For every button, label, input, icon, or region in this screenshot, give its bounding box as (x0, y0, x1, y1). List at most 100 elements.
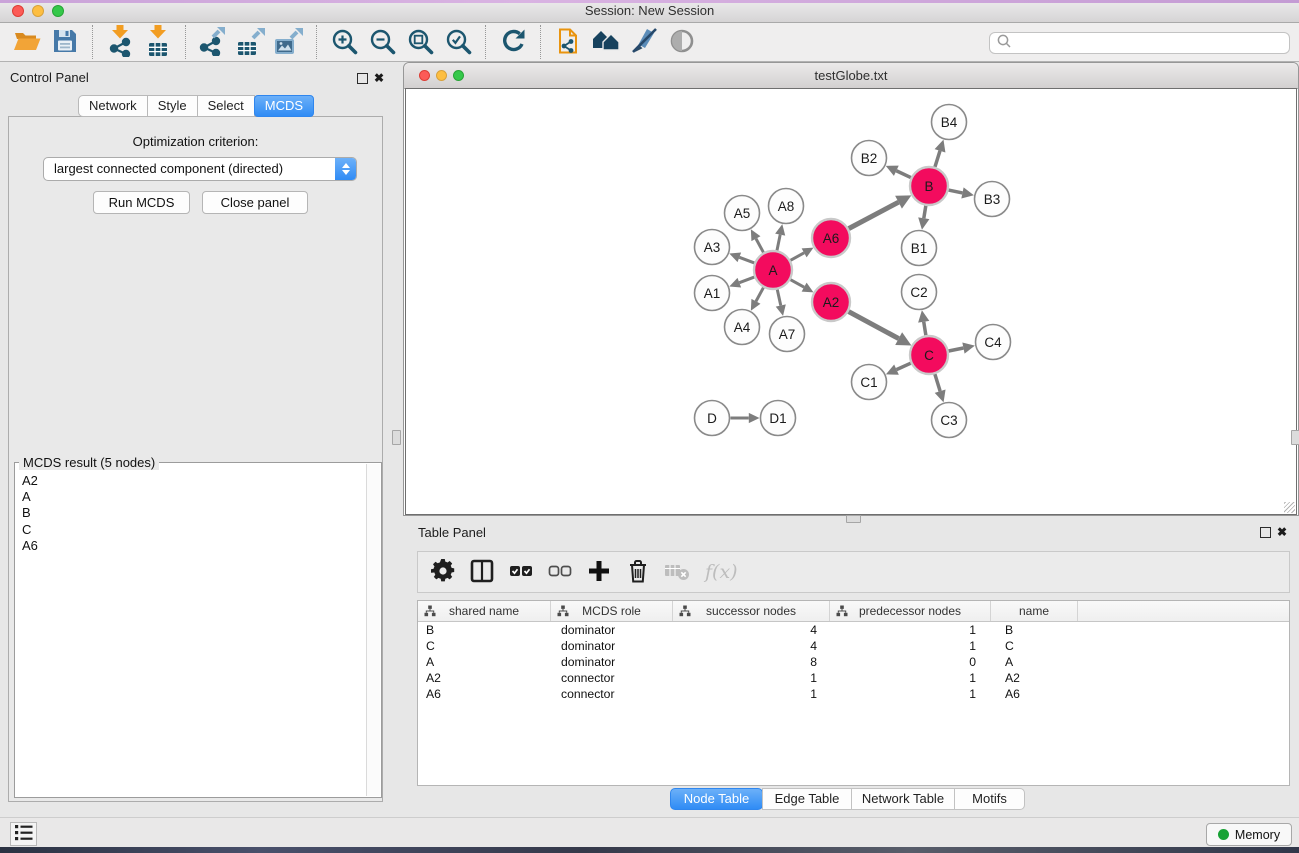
zoom-selected-button[interactable] (439, 24, 477, 60)
control-panel-float-icon[interactable] (357, 73, 368, 84)
cell[interactable]: 1 (830, 623, 991, 637)
edge-A-A4[interactable] (756, 288, 763, 302)
open-session-button[interactable] (8, 24, 46, 60)
run-mcds-button[interactable]: Run MCDS (93, 191, 190, 214)
gear-button[interactable] (428, 556, 458, 588)
graph-node-A1[interactable]: A1 (695, 276, 730, 311)
table-row-C[interactable]: Cdominator41C (418, 638, 1289, 654)
table-row-B[interactable]: Bdominator41B (418, 622, 1289, 638)
edge-A-A5[interactable] (756, 239, 763, 253)
splitter-grabber-right[interactable] (1291, 430, 1299, 445)
table-row-A2[interactable]: A2connector11A2 (418, 670, 1289, 686)
graph-node-A[interactable]: A (754, 251, 792, 289)
cell[interactable]: A6 (991, 687, 1078, 701)
graph-node-A4[interactable]: A4 (725, 310, 760, 345)
control-panel-close-icon[interactable]: ✖ (374, 72, 384, 84)
graph-node-B1[interactable]: B1 (902, 231, 937, 266)
result-item[interactable]: B (22, 505, 366, 521)
refresh-button[interactable] (494, 24, 532, 60)
hide-annotations-button[interactable] (625, 24, 663, 60)
edge-C-C4[interactable] (949, 348, 964, 351)
cell[interactable]: 1 (830, 687, 991, 701)
graph-node-A5[interactable]: A5 (725, 196, 760, 231)
add-row-button[interactable] (584, 556, 614, 588)
edge-B-B3[interactable] (949, 190, 963, 193)
cell[interactable]: 1 (673, 687, 830, 701)
export-image-button[interactable] (270, 24, 308, 60)
cell[interactable]: 1 (830, 639, 991, 653)
edge-A-A1[interactable] (739, 277, 754, 283)
tab-style[interactable]: Style (147, 95, 198, 117)
graph-node-B4[interactable]: B4 (932, 105, 967, 140)
graph-node-C[interactable]: C (910, 336, 948, 374)
tab-motifs[interactable]: Motifs (954, 788, 1025, 810)
splitter-grabber-horizontal[interactable] (846, 515, 861, 523)
table-row-A6[interactable]: A6connector11A6 (418, 686, 1289, 702)
graph-node-C2[interactable]: C2 (902, 275, 937, 310)
cell[interactable]: 4 (673, 639, 830, 653)
deselect-all-button[interactable] (545, 556, 575, 588)
tab-select[interactable]: Select (197, 95, 255, 117)
graph-node-A8[interactable]: A8 (769, 189, 804, 224)
edge-C-C2[interactable] (924, 322, 926, 335)
columns-button[interactable] (467, 556, 497, 588)
cell[interactable]: dominator (551, 623, 673, 637)
table-panel-close-icon[interactable]: ✖ (1277, 526, 1287, 538)
cell[interactable]: dominator (551, 639, 673, 653)
cell[interactable]: 1 (673, 671, 830, 685)
window-resize-handle[interactable] (1284, 502, 1295, 513)
result-item[interactable]: A (22, 489, 366, 505)
tab-node-table[interactable]: Node Table (670, 788, 763, 810)
cell[interactable]: B (418, 623, 551, 637)
export-table-button[interactable] (232, 24, 270, 60)
cell[interactable]: dominator (551, 655, 673, 669)
search-input[interactable] (1012, 35, 1289, 51)
cell[interactable]: C (991, 639, 1078, 653)
cell[interactable]: 8 (673, 655, 830, 669)
column-header-name[interactable]: name (991, 601, 1078, 621)
graph-node-B2[interactable]: B2 (852, 141, 887, 176)
graph-node-A7[interactable]: A7 (770, 317, 805, 352)
edge-C-C1[interactable] (896, 363, 910, 369)
edge-A-A7[interactable] (777, 290, 780, 306)
table-panel-float-icon[interactable] (1260, 527, 1271, 538)
column-header-predecessor-nodes[interactable]: predecessor nodes (830, 601, 991, 621)
column-header-shared-name[interactable]: shared name (418, 601, 551, 621)
zoom-out-button[interactable] (363, 24, 401, 60)
cell[interactable]: C (418, 639, 551, 653)
edge-C-C3[interactable] (935, 374, 940, 391)
result-item[interactable]: A6 (22, 538, 366, 554)
cell[interactable]: 0 (830, 655, 991, 669)
cell[interactable]: 1 (830, 671, 991, 685)
cell[interactable]: A (991, 655, 1078, 669)
search-box[interactable] (989, 32, 1290, 54)
graph-node-C3[interactable]: C3 (932, 403, 967, 438)
result-item[interactable]: C (22, 522, 366, 538)
task-history-button[interactable] (10, 822, 37, 846)
table-row-A[interactable]: Adominator80A (418, 654, 1289, 670)
edge-B-B1[interactable] (924, 206, 926, 218)
edge-A2-C[interactable] (849, 312, 899, 339)
import-table-button[interactable] (139, 24, 177, 60)
cell[interactable]: 4 (673, 623, 830, 637)
edge-A-A2[interactable] (791, 280, 805, 288)
export-network-button[interactable] (194, 24, 232, 60)
cell[interactable]: A2 (991, 671, 1078, 685)
select-all-button[interactable] (506, 556, 536, 588)
edge-A-A8[interactable] (777, 235, 780, 251)
close-panel-button[interactable]: Close panel (202, 191, 308, 214)
graph-node-C4[interactable]: C4 (976, 325, 1011, 360)
zoom-in-button[interactable] (325, 24, 363, 60)
edge-A-A3[interactable] (739, 257, 754, 263)
cell[interactable]: connector (551, 687, 673, 701)
criterion-dropdown[interactable]: largest connected component (directed) (43, 157, 357, 181)
column-header-successor-nodes[interactable]: successor nodes (673, 601, 830, 621)
graph-node-B[interactable]: B (910, 167, 948, 205)
save-session-button[interactable] (46, 24, 84, 60)
graph-node-D1[interactable]: D1 (761, 401, 796, 436)
result-scrollbar[interactable] (366, 464, 380, 796)
home-view-button[interactable] (587, 24, 625, 60)
zoom-fit-button[interactable] (401, 24, 439, 60)
graph-node-A6[interactable]: A6 (812, 219, 850, 257)
edge-B-B2[interactable] (896, 171, 911, 178)
